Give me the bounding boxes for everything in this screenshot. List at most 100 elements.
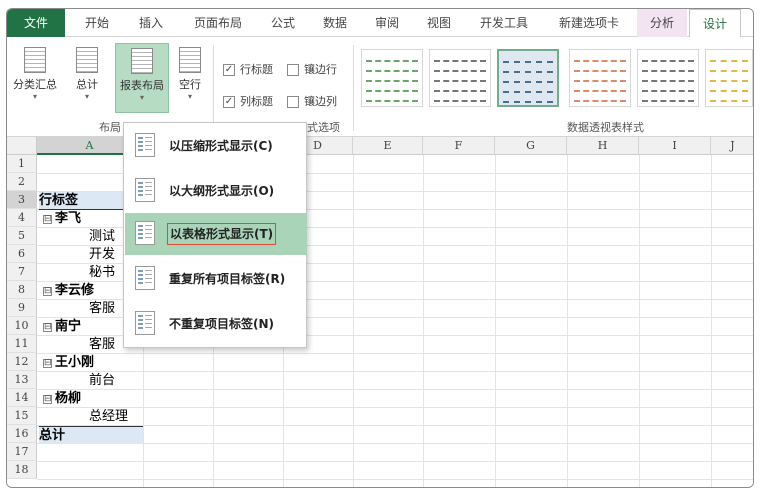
checkmark-icon: ✓ — [223, 64, 235, 76]
chevron-down-icon: ▾ — [32, 92, 37, 101]
tab-formulas[interactable]: 公式 — [261, 9, 305, 37]
row-header[interactable]: 5 — [7, 227, 37, 245]
tab-file[interactable]: 文件 — [7, 9, 65, 37]
column-headers-checkbox[interactable]: ✓ 列标题 — [223, 93, 287, 111]
menu-item-repeat-all-labels[interactable]: 重复所有项目标签(R) — [125, 258, 307, 300]
report-layout-button[interactable]: 报表布局 ▾ — [115, 43, 169, 113]
tab-home[interactable]: 开始 — [75, 9, 119, 37]
column-header-i[interactable]: I — [639, 137, 711, 155]
pivot-style-swatch[interactable] — [705, 49, 753, 107]
chevron-down-icon: ▾ — [187, 92, 192, 101]
pivot-group-label: 南宁 — [55, 319, 82, 334]
row-header[interactable]: 15 — [7, 407, 37, 425]
row-headers-label: 行标题 — [240, 63, 273, 76]
report-layout-label: 报表布局 — [120, 79, 164, 92]
tabular-form-icon — [135, 221, 155, 245]
column-header-f[interactable]: F — [423, 137, 495, 155]
report-layout-icon — [131, 48, 153, 74]
row-header[interactable]: 11 — [7, 335, 37, 353]
banded-rows-checkbox[interactable]: 镶边行 — [287, 61, 351, 79]
tab-design[interactable]: 设计 — [689, 9, 741, 38]
row-headers-checkbox[interactable]: ✓ 行标题 — [223, 61, 287, 79]
checkbox-empty-icon — [287, 96, 299, 108]
repeat-labels-icon — [135, 266, 155, 290]
grand-totals-label: 总计 — [76, 78, 98, 91]
tab-insert[interactable]: 插入 — [129, 9, 173, 37]
banded-columns-checkbox[interactable]: 镶边列 — [287, 93, 351, 111]
menu-item-compact-form[interactable]: 以压缩形式显示(C) — [125, 125, 307, 167]
subtotals-button[interactable]: 分类汇总 ▾ — [9, 43, 61, 113]
banded-rows-label: 镶边行 — [304, 63, 337, 76]
outline-form-icon — [135, 178, 155, 202]
row-header[interactable]: 7 — [7, 263, 37, 281]
collapse-icon[interactable]: ⊟ — [43, 287, 52, 296]
row-header[interactable]: 3 — [7, 191, 37, 209]
pivot-style-swatch[interactable] — [361, 49, 423, 107]
pivot-style-swatch[interactable] — [429, 49, 491, 107]
row-header[interactable]: 8 — [7, 281, 37, 299]
pivot-grand-total-row[interactable]: 总计 — [39, 426, 143, 444]
row-header[interactable]: 18 — [7, 461, 37, 479]
pivot-style-swatch-selected[interactable] — [497, 49, 559, 107]
pivot-group-label: 杨柳 — [55, 391, 82, 406]
tab-analyze[interactable]: 分析 — [637, 9, 687, 37]
collapse-icon[interactable]: ⊟ — [43, 395, 52, 404]
tab-page-layout[interactable]: 页面布局 — [183, 9, 253, 37]
pivot-style-swatch[interactable] — [637, 49, 699, 107]
group-separator — [353, 45, 354, 131]
row-header[interactable]: 4 — [7, 209, 37, 227]
no-repeat-labels-icon — [135, 311, 155, 335]
group-separator — [213, 45, 214, 131]
column-header-e[interactable]: E — [353, 137, 423, 155]
column-header-h[interactable]: H — [567, 137, 639, 155]
row-header[interactable]: 13 — [7, 371, 37, 389]
banded-columns-label: 镶边列 — [304, 95, 337, 108]
row-header[interactable]: 12 — [7, 353, 37, 371]
tab-review[interactable]: 审阅 — [365, 9, 409, 37]
menu-item-label: 以大纲形式显示(O) — [169, 184, 275, 198]
pivot-item-row[interactable]: 前台 — [89, 372, 143, 390]
row-header[interactable]: 10 — [7, 317, 37, 335]
tab-view[interactable]: 视图 — [417, 9, 461, 37]
pivot-group-label: 李云修 — [55, 283, 95, 298]
excel-window: 文件 开始 插入 页面布局 公式 数据 审阅 视图 开发工具 新建选项卡 分析 … — [6, 8, 754, 488]
worksheet-grid[interactable]: A B C D E F G H I J 1 2 3 4 5 6 7 8 9 10… — [7, 137, 753, 487]
checkmark-icon: ✓ — [223, 96, 235, 108]
blank-rows-label: 空行 — [179, 78, 201, 91]
pivot-group-row[interactable]: ⊟ 王小刚 — [43, 354, 143, 372]
tab-new-tab[interactable]: 新建选项卡 — [547, 9, 631, 37]
pivot-item-row[interactable]: 总经理 — [89, 408, 143, 426]
grand-totals-button[interactable]: 总计 ▾ — [67, 43, 107, 113]
row-header[interactable]: 17 — [7, 443, 37, 461]
chevron-down-icon: ▾ — [139, 93, 144, 102]
menu-item-do-not-repeat-labels[interactable]: 不重复项目标签(N) — [125, 303, 307, 345]
pivot-group-label: 李飞 — [55, 211, 82, 226]
row-header[interactable]: 2 — [7, 173, 37, 191]
collapse-icon[interactable]: ⊟ — [43, 323, 52, 332]
group-label-layout: 布局 — [99, 121, 121, 134]
column-header-j[interactable]: J — [711, 137, 753, 155]
ribbon-design: 分类汇总 ▾ 总计 ▾ 报表布局 ▾ 空行 ▾ ✓ 行标题 镶边行 ✓ 列标题 … — [7, 37, 753, 137]
collapse-icon[interactable]: ⊟ — [43, 215, 52, 224]
menu-item-label: 不重复项目标签(N) — [169, 317, 275, 331]
row-header[interactable]: 16 — [7, 425, 37, 443]
menu-item-outline-form[interactable]: 以大纲形式显示(O) — [125, 170, 307, 212]
checkbox-empty-icon — [287, 64, 299, 76]
row-header[interactable]: 1 — [7, 155, 37, 173]
select-all-corner[interactable] — [7, 137, 37, 155]
row-header[interactable]: 6 — [7, 245, 37, 263]
report-layout-menu: 以压缩形式显示(C) 以大纲形式显示(O) 以表格形式显示(T) 重复所有项目标… — [123, 122, 307, 348]
pivot-style-swatch[interactable] — [569, 49, 631, 107]
menu-item-label: 以表格形式显示(T) — [167, 223, 277, 245]
blank-rows-button[interactable]: 空行 ▾ — [173, 43, 207, 113]
tab-developer[interactable]: 开发工具 — [469, 9, 539, 37]
collapse-icon[interactable]: ⊟ — [43, 359, 52, 368]
tab-data[interactable]: 数据 — [313, 9, 357, 37]
column-header-g[interactable]: G — [495, 137, 567, 155]
row-header[interactable]: 14 — [7, 389, 37, 407]
compact-form-icon — [135, 133, 155, 157]
row-header[interactable]: 9 — [7, 299, 37, 317]
pivot-group-label: 王小刚 — [55, 355, 95, 370]
pivot-group-row[interactable]: ⊟ 杨柳 — [43, 390, 143, 408]
menu-item-tabular-form[interactable]: 以表格形式显示(T) — [125, 213, 307, 255]
